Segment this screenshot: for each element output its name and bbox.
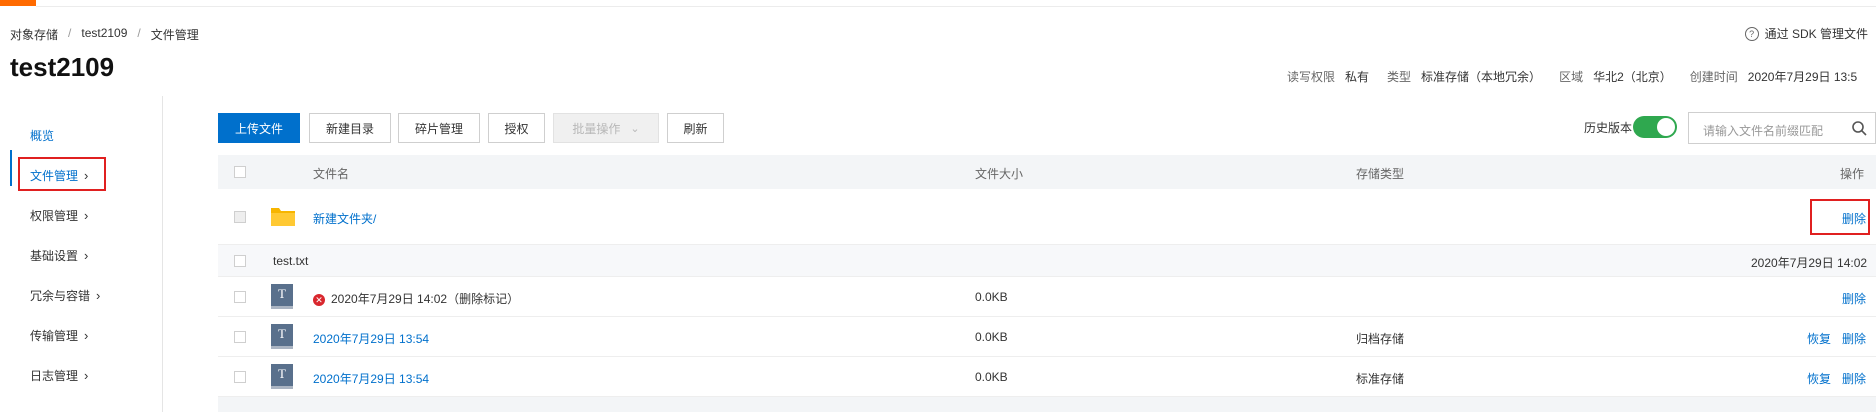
sidebar-item-logs[interactable]: 日志管理 › — [30, 367, 88, 384]
sidebar-item-permissions[interactable]: 权限管理 › — [30, 207, 88, 224]
search-icon[interactable] — [1851, 120, 1867, 136]
breadcrumb: 对象存储 / test2109 / 文件管理 — [10, 26, 199, 43]
file-group-row: test.txt 2020年7月29日 14:02 — [218, 245, 1876, 277]
version-label: 2020年7月29日 14:02（删除标记） — [331, 292, 520, 306]
sidebar-item-overview[interactable]: 概览 — [30, 127, 54, 144]
restore-link[interactable]: 恢复 — [1807, 330, 1831, 347]
sdk-help-link[interactable]: ? 通过 SDK 管理文件 — [1744, 25, 1868, 42]
sidebar-item-label: 基础设置 — [30, 249, 79, 263]
sidebar-item-label: 冗余与容错 — [30, 289, 91, 303]
restore-link[interactable]: 恢复 — [1807, 370, 1831, 387]
sidebar-item-label: 文件管理 — [30, 169, 79, 183]
text-file-icon: T — [271, 284, 293, 309]
sidebar-item-label: 概览 — [30, 129, 55, 143]
meta-label: 类型 — [1387, 70, 1412, 84]
file-size: 0.0KB — [975, 370, 1008, 384]
brand-accent-bar — [0, 0, 36, 6]
chevron-right-icon: › — [84, 248, 89, 263]
meta-label: 读写权限 — [1287, 70, 1336, 84]
table-row: T 2020年7月29日 13:54 0.0KB 归档存储 恢复 删除 — [218, 317, 1876, 357]
sidebar-item-label: 传输管理 — [30, 329, 79, 343]
breadcrumb-item-storage[interactable]: 对象存储 — [10, 26, 58, 43]
breadcrumb-separator: / — [68, 26, 72, 40]
file-group-time: 2020年7月29日 14:02 — [1751, 256, 1868, 270]
sidebar-item-label: 权限管理 — [30, 209, 79, 223]
sidebar-item-transfer[interactable]: 传输管理 › — [30, 327, 88, 344]
storage-type: 归档存储 — [1356, 332, 1405, 346]
delete-marker-icon: ✕ — [313, 293, 325, 306]
storage-type: 标准存储 — [1356, 372, 1405, 386]
file-size: 0.0KB — [975, 290, 1008, 304]
text-file-icon: T — [271, 324, 293, 349]
text-file-icon: T — [271, 364, 293, 389]
sidebar-item-basic-settings[interactable]: 基础设置 › — [30, 247, 88, 264]
meta-value: 华北2（北京） — [1593, 70, 1672, 84]
meta-value: 私有 — [1345, 70, 1370, 84]
breadcrumb-separator: / — [137, 26, 141, 40]
table-row: T ✕ 2020年7月29日 14:02（删除标记） 0.0KB 删除 — [218, 277, 1876, 317]
column-header-actions: 操作 — [1840, 167, 1865, 181]
row-checkbox[interactable] — [234, 371, 246, 383]
sidebar-active-indicator — [10, 150, 12, 186]
page-title: test2109 — [10, 52, 115, 82]
folder-name-link[interactable]: 新建文件夹/ — [313, 210, 376, 227]
new-directory-button[interactable]: 新建目录 — [309, 113, 391, 143]
row-checkbox[interactable] — [234, 255, 246, 267]
batch-operations-label: 批量操作 — [572, 121, 621, 136]
meta-value: 2020年7月29日 13:5 — [1747, 70, 1858, 84]
delete-link[interactable]: 删除 — [1842, 370, 1866, 387]
row-checkbox[interactable] — [234, 211, 246, 223]
history-version-label: 历史版本 — [1584, 121, 1633, 135]
table-row: 新建文件夹/ 删除 — [218, 189, 1876, 245]
toggle-knob — [1657, 118, 1675, 136]
version-link[interactable]: 2020年7月29日 13:54 — [313, 370, 429, 387]
batch-operations-dropdown[interactable]: 批量操作 ⌄ — [553, 113, 659, 143]
sidebar-item-file-management[interactable]: 文件管理 › — [30, 167, 88, 184]
delete-link[interactable]: 删除 — [1842, 330, 1866, 347]
breadcrumb-item-current: 文件管理 — [150, 28, 199, 42]
file-group-name: test.txt — [273, 254, 309, 268]
meta-label: 创建时间 — [1689, 70, 1738, 84]
table-header: 文件名 文件大小 存储类型 操作 — [218, 155, 1876, 189]
search-input[interactable]: 请输入文件名前缀匹配 — [1688, 112, 1876, 144]
chevron-right-icon: › — [84, 328, 89, 343]
question-icon: ? — [1744, 26, 1759, 41]
column-header-storage: 存储类型 — [1356, 167, 1405, 181]
table-footer-strip — [218, 397, 1876, 412]
breadcrumb-item-bucket[interactable]: test2109 — [81, 26, 127, 43]
version-link[interactable]: 2020年7月29日 13:54 — [313, 330, 429, 347]
column-header-size: 文件大小 — [975, 167, 1024, 181]
select-all-checkbox[interactable] — [234, 166, 246, 178]
bucket-meta: 读写权限 私有 类型 标准存储（本地冗余） 区域 华北2（北京） 创建时间 20… — [1287, 68, 1875, 85]
table-row: T 2020年7月29日 13:54 0.0KB 标准存储 恢复 删除 — [218, 357, 1876, 397]
version-name: ✕ 2020年7月29日 14:02（删除标记） — [313, 290, 519, 307]
top-divider — [36, 6, 1876, 7]
sidebar-item-redundancy[interactable]: 冗余与容错 › — [30, 287, 100, 304]
upload-file-button[interactable]: 上传文件 — [218, 113, 300, 143]
row-checkbox[interactable] — [234, 331, 246, 343]
fragment-management-button[interactable]: 碎片管理 — [398, 113, 480, 143]
chevron-right-icon: › — [96, 288, 101, 303]
meta-label: 区域 — [1559, 70, 1584, 84]
chevron-down-icon: ⌄ — [630, 122, 640, 135]
sdk-help-label: 通过 SDK 管理文件 — [1764, 27, 1868, 41]
column-header-name: 文件名 — [313, 167, 350, 181]
chevron-right-icon: › — [84, 368, 89, 383]
chevron-right-icon: › — [84, 208, 89, 223]
search-placeholder: 请输入文件名前缀匹配 — [1703, 124, 1824, 138]
delete-link[interactable]: 删除 — [1842, 290, 1866, 307]
meta-value: 标准存储（本地冗余） — [1421, 70, 1542, 84]
file-size: 0.0KB — [975, 330, 1008, 344]
refresh-button[interactable]: 刷新 — [667, 113, 724, 143]
chevron-right-icon: › — [84, 168, 89, 183]
authorize-button[interactable]: 授权 — [488, 113, 545, 143]
folder-icon — [271, 208, 295, 226]
history-version-toggle[interactable] — [1633, 116, 1677, 138]
sidebar-item-label: 日志管理 — [30, 369, 79, 383]
delete-link[interactable]: 删除 — [1842, 210, 1866, 227]
row-checkbox[interactable] — [234, 291, 246, 303]
